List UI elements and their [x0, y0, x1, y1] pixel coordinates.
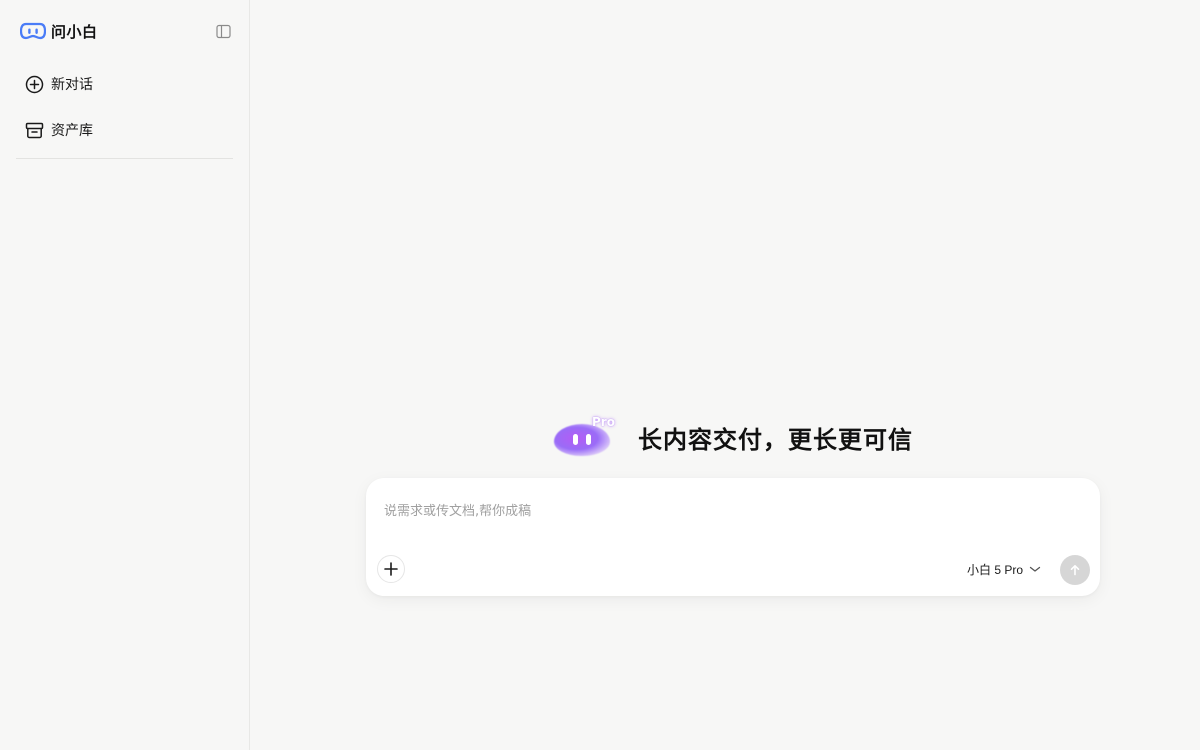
mascot-eye: [586, 434, 591, 445]
arrow-up-icon: [1070, 565, 1080, 576]
sidebar: 问小白 新对话 资产库: [0, 0, 250, 750]
plus-icon: [384, 562, 398, 576]
plus-circle-icon: [25, 75, 44, 94]
hero-tagline: 长内容交付，更长更可信: [638, 425, 913, 454]
app-window: 问小白 新对话 资产库 Pro 长内容交付，更长更可信 说需求或传文档,帮你成稿…: [0, 0, 1200, 750]
archive-box-icon: [25, 121, 44, 140]
mascot-logo: Pro: [554, 414, 616, 460]
send-button[interactable]: [1060, 555, 1090, 585]
sidebar-divider: [16, 158, 233, 159]
brand-name: 问小白: [51, 22, 98, 41]
sidebar-item-label: 新对话: [51, 77, 93, 93]
sidebar-item-new-chat[interactable]: 新对话: [16, 67, 233, 101]
attach-button[interactable]: [377, 555, 405, 583]
sidebar-toggle-icon: [215, 24, 231, 38]
sidebar-toggle-button[interactable]: [214, 22, 232, 40]
chevron-down-icon: [1029, 563, 1041, 575]
chat-composer: 小白 5 Pro: [366, 478, 1100, 596]
prompt-input[interactable]: [384, 500, 1074, 522]
model-label: 小白 5 Pro: [967, 562, 1024, 577]
main-panel: Pro 长内容交付，更长更可信 小白 5 Pro: [250, 0, 1200, 750]
brand[interactable]: 问小白: [20, 21, 98, 41]
model-selector[interactable]: 小白 5 Pro: [967, 559, 1041, 579]
sidebar-item-assets[interactable]: 资产库: [16, 113, 233, 147]
hero: Pro 长内容交付，更长更可信: [554, 414, 913, 460]
pro-badge: Pro: [592, 415, 615, 429]
mascot-eye: [573, 434, 578, 445]
ai-logo-icon: [20, 22, 46, 40]
sidebar-item-label: 资产库: [51, 123, 93, 139]
